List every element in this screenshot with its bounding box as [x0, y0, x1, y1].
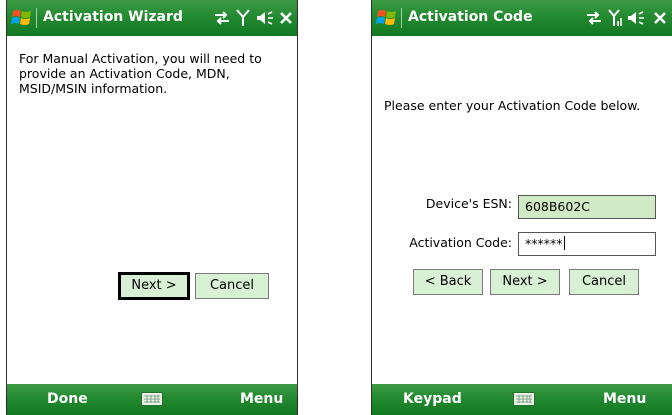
activation-code-input[interactable]: ******: [518, 232, 656, 256]
signal-strength-icon[interactable]: [607, 8, 623, 28]
manual-activation-instructions: For Manual Activation, you will need to …: [19, 51, 262, 96]
menu-softkey[interactable]: Menu: [603, 391, 646, 407]
esn-label: Device's ESN:: [425, 196, 512, 211]
activation-code-value: ******: [525, 236, 563, 251]
connectivity-icon[interactable]: [584, 8, 604, 28]
title-bar: Activation Code: [372, 0, 672, 36]
screen-title: Activation Wizard: [43, 9, 183, 25]
activation-code-screen: Activation Code Please enter your Activa…: [371, 0, 672, 415]
back-button[interactable]: < Back: [413, 269, 483, 295]
speaker-volume-icon[interactable]: [626, 8, 646, 28]
cancel-button[interactable]: Cancel: [195, 273, 269, 299]
keypad-softkey[interactable]: Keypad: [403, 391, 462, 407]
cancel-button[interactable]: Cancel: [569, 269, 639, 295]
screen-title: Activation Code: [408, 9, 533, 25]
title-separator: [401, 8, 402, 28]
activation-code-instructions: Please enter your Activation Code below.: [384, 98, 641, 113]
keyboard-icon[interactable]: [141, 392, 163, 406]
close-icon[interactable]: [652, 8, 668, 28]
esn-field: 608B602C: [518, 195, 656, 219]
activation-code-label: Activation Code:: [409, 235, 512, 250]
signal-strength-icon[interactable]: [235, 8, 251, 28]
next-button[interactable]: Next >: [490, 269, 560, 295]
softkey-bar: Done Menu: [7, 384, 297, 415]
close-icon[interactable]: [278, 8, 294, 28]
keyboard-icon[interactable]: [513, 392, 535, 406]
menu-softkey[interactable]: Menu: [240, 391, 283, 407]
title-bar: Activation Wizard: [7, 0, 297, 36]
speaker-volume-icon[interactable]: [255, 8, 275, 28]
windows-logo-icon[interactable]: [376, 7, 398, 29]
next-button[interactable]: Next >: [118, 272, 190, 300]
activation-wizard-screen: Activation Wizard For Manual Activation,…: [6, 0, 298, 415]
text-caret: [563, 236, 565, 250]
title-separator: [36, 8, 37, 28]
windows-logo-icon[interactable]: [11, 7, 33, 29]
done-softkey[interactable]: Done: [47, 391, 88, 407]
softkey-bar: Keypad Menu: [372, 384, 672, 415]
connectivity-icon[interactable]: [212, 8, 232, 28]
